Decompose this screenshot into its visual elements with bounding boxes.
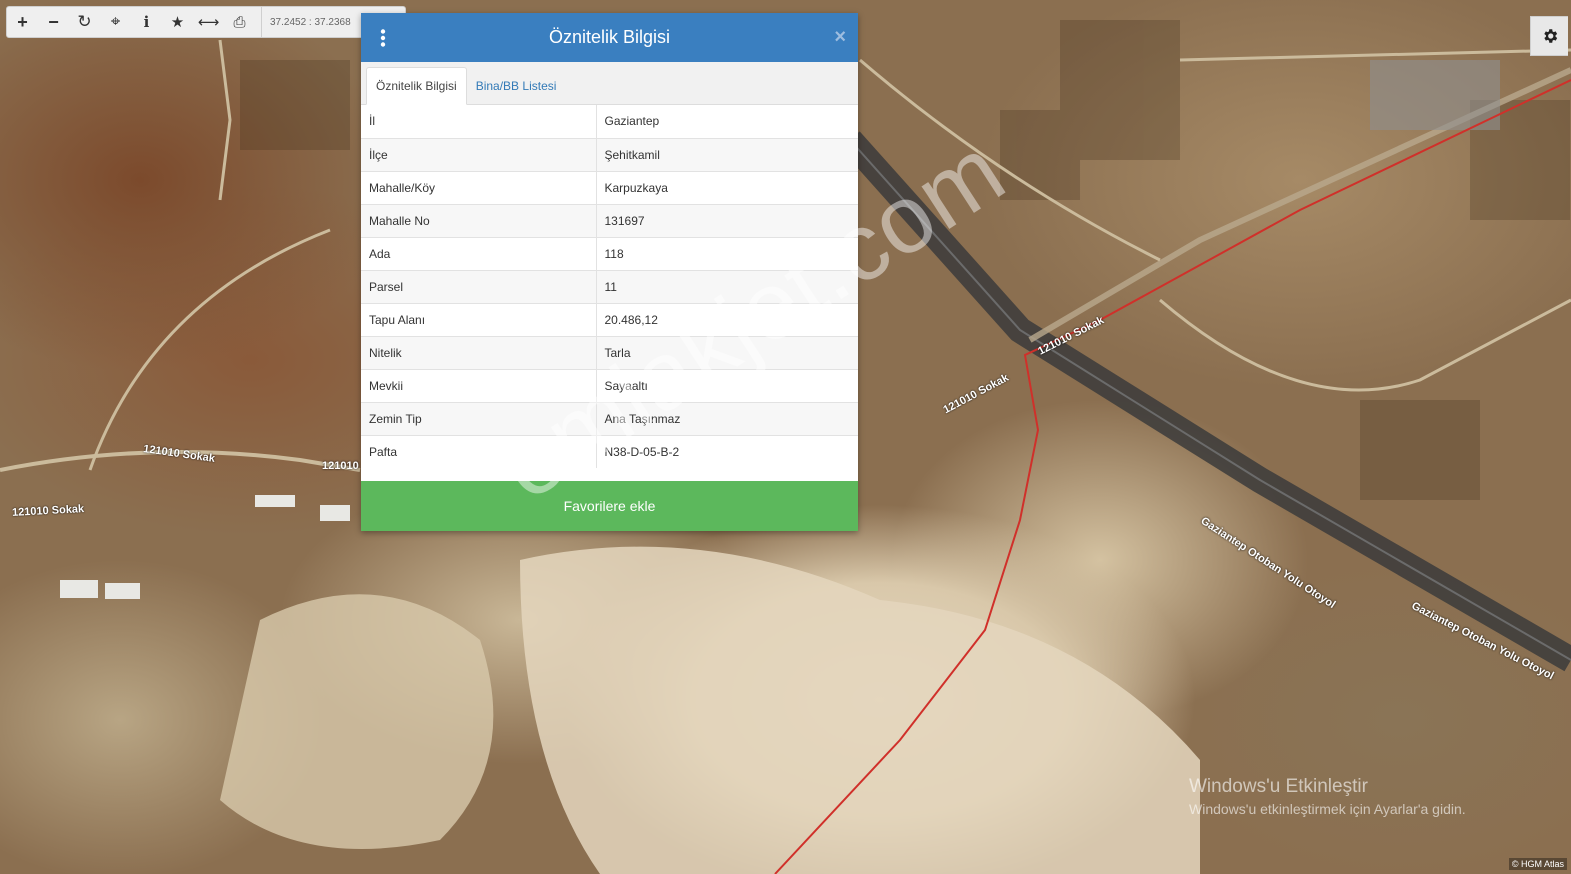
measure-button[interactable]: ⟷: [193, 7, 224, 37]
attribute-value: Şehitkamil: [596, 137, 858, 171]
table-row: Pafta N38-D-05-B-2: [361, 434, 858, 468]
zoom-in-button[interactable]: +: [7, 7, 38, 37]
attribute-key: Mevkii: [361, 368, 597, 402]
print-icon: ⎙: [233, 13, 246, 31]
activation-title: Windows'u Etkinleştir: [1189, 776, 1368, 797]
attribute-key: Mahalle No: [361, 203, 597, 237]
dialog-title: Öznitelik Bilgisi: [548, 27, 671, 47]
refresh-icon: ↻: [77, 12, 92, 31]
attribute-info-dialog: Öznitelik Bilgisi × Öznitelik Bilgisi Bi…: [361, 13, 858, 531]
table-row: Parsel 11: [361, 269, 858, 303]
plus-icon: +: [17, 11, 28, 32]
attribute-value: Tarla: [596, 335, 858, 369]
attribute-key: Tapu Alanı: [361, 302, 597, 336]
favorite-button[interactable]: ★: [162, 7, 193, 37]
menu-dots-icon[interactable]: [379, 29, 387, 47]
table-row: Mevkii Sayaaltı: [361, 368, 858, 402]
attribute-value: Ana Taşınmaz: [596, 401, 858, 435]
map-attribution: © HGM Atlas: [1508, 858, 1567, 870]
table-row: Ada 118: [361, 236, 858, 270]
dialog-header: Öznitelik Bilgisi ×: [361, 13, 858, 62]
attribute-value: Karpuzkaya: [596, 170, 858, 204]
star-icon: ★: [170, 14, 185, 31]
map-toolbar: + − ↻ ⌖ i ★ ⟷ ⎙ 37.2452 : 37.2368: [6, 6, 406, 38]
crosshair-icon: ⌖: [110, 12, 121, 31]
attribute-key: Ada: [361, 236, 597, 270]
attribute-table: İl Gaziantep İlçe Şehitkamil Mahalle/Köy Ka…: [361, 105, 858, 468]
zoom-out-button[interactable]: −: [38, 7, 69, 37]
attribute-value: 20.486,12: [596, 302, 858, 336]
windows-activation-notice: Windows'u Etkinleştir Windows'u etkinleş…: [1189, 776, 1466, 817]
refresh-button[interactable]: ↻: [69, 7, 100, 37]
dialog-tabs: Öznitelik Bilgisi Bina/BB Listesi: [361, 62, 858, 105]
attribute-key: Zemin Tip: [361, 401, 597, 435]
table-row: İlçe Şehitkamil: [361, 137, 858, 171]
table-row: Mahalle No 131697: [361, 203, 858, 237]
attribute-value: 131697: [596, 203, 858, 237]
tab-building-list[interactable]: Bina/BB Listesi: [467, 67, 566, 104]
settings-button[interactable]: [1530, 16, 1568, 56]
attribute-value: Sayaaltı: [596, 368, 858, 402]
attribute-key: Parsel: [361, 269, 597, 303]
measure-icon: ⟷: [197, 14, 220, 31]
attribute-value: 11: [596, 269, 858, 303]
print-button[interactable]: ⎙: [224, 7, 255, 37]
attribute-value: N38-D-05-B-2: [596, 434, 858, 468]
minus-icon: −: [48, 11, 59, 32]
table-row: İl Gaziantep: [361, 105, 858, 138]
info-button[interactable]: i: [131, 7, 162, 37]
table-row: Mahalle/Köy Karpuzkaya: [361, 170, 858, 204]
attribute-key: Nitelik: [361, 335, 597, 369]
activation-subtitle: Windows'u etkinleştirmek için Ayarlar'a …: [1189, 801, 1466, 817]
table-row: Nitelik Tarla: [361, 335, 858, 369]
attribute-key: İl: [361, 105, 597, 138]
table-row: Tapu Alanı 20.486,12: [361, 302, 858, 336]
coordinate-readout: 37.2452 : 37.2368: [261, 7, 351, 37]
attribute-key: Mahalle/Köy: [361, 170, 597, 204]
gear-icon: [1543, 29, 1557, 43]
add-to-favorites-button[interactable]: Favorilere ekle: [361, 481, 858, 531]
close-icon[interactable]: ×: [834, 26, 846, 49]
attribute-key: Pafta: [361, 434, 597, 468]
locate-button[interactable]: ⌖: [100, 7, 131, 37]
attribute-value: Gaziantep: [604, 114, 660, 129]
info-icon: i: [143, 13, 150, 31]
tab-attribute-info[interactable]: Öznitelik Bilgisi: [366, 67, 467, 105]
table-row: Zemin Tip Ana Taşınmaz: [361, 401, 858, 435]
attribute-key: İlçe: [361, 137, 597, 171]
attribute-value: 118: [596, 236, 858, 270]
